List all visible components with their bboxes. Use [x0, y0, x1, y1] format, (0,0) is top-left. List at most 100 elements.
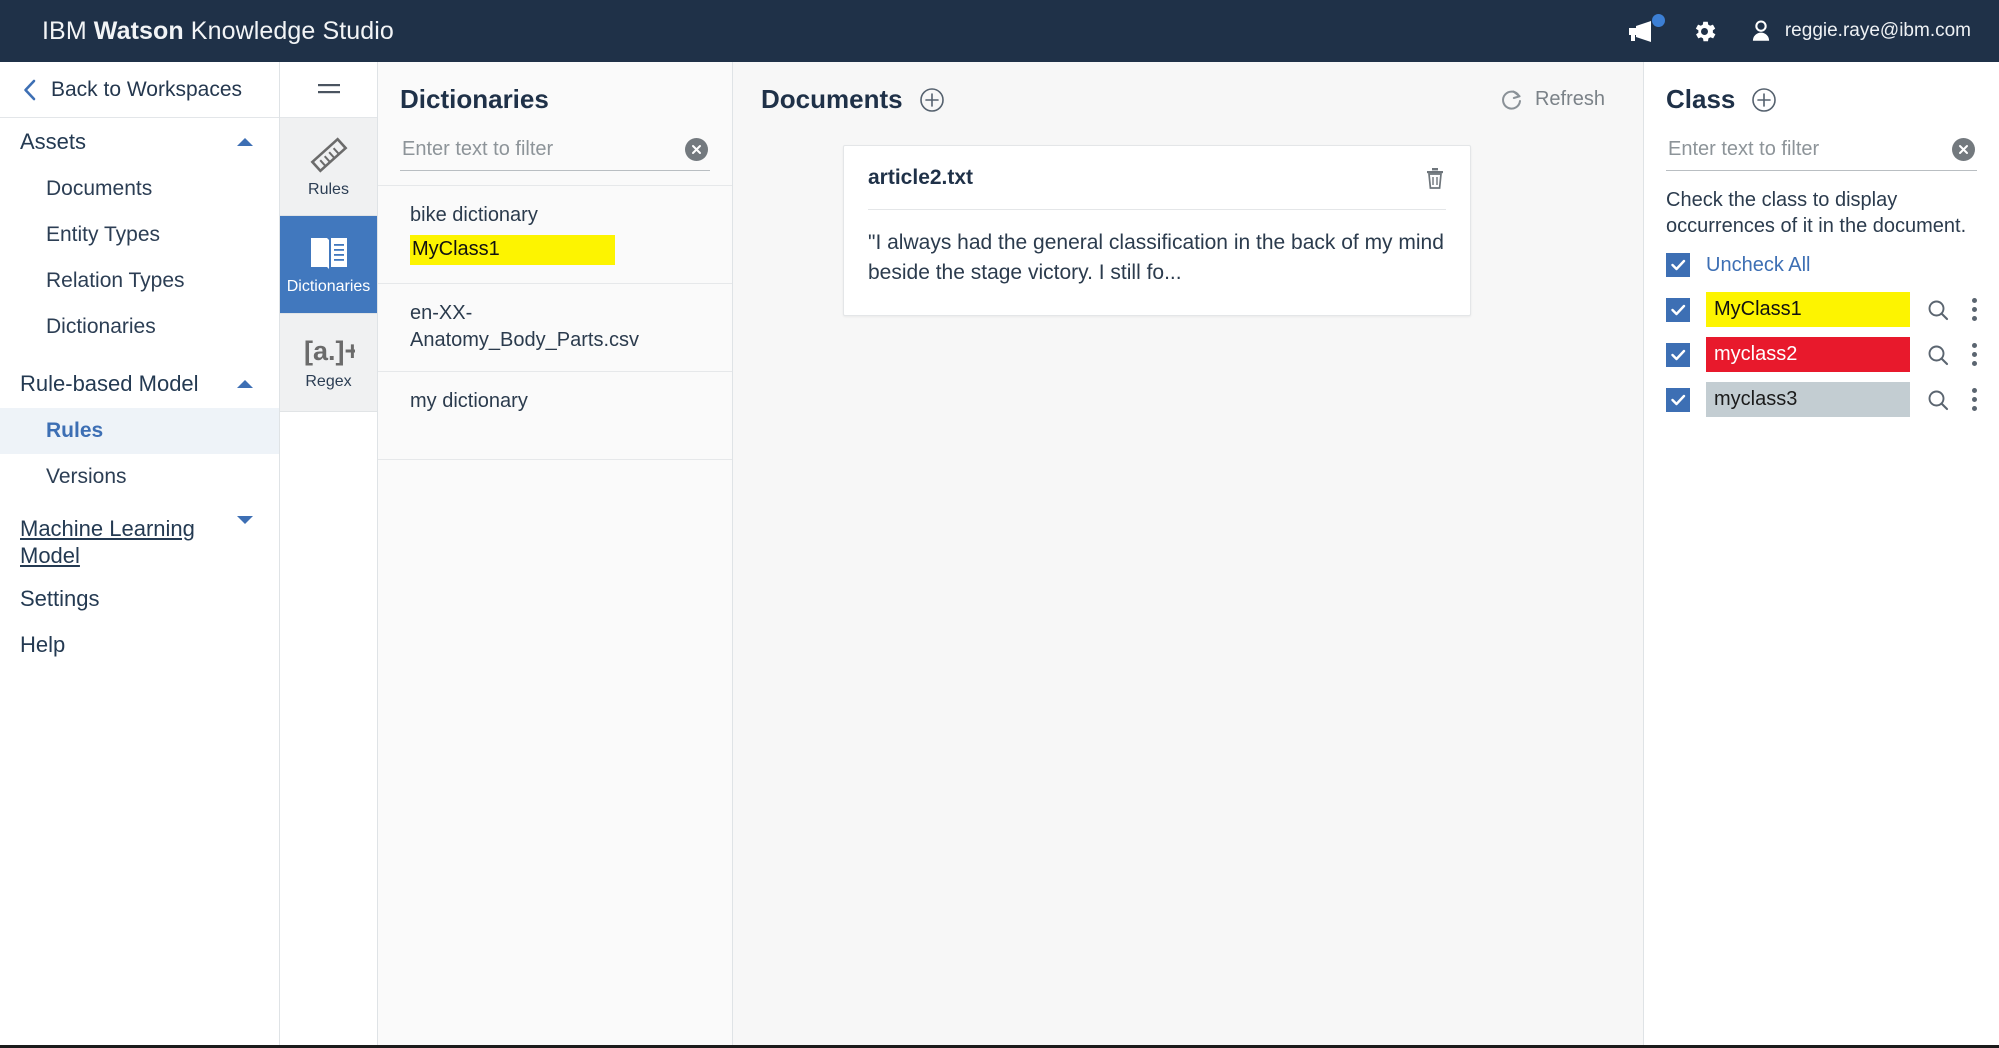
- dictionary-name: en-XX-Anatomy_Body_Parts.csv: [410, 302, 639, 351]
- dictionary-name: bike dictionary: [410, 204, 538, 226]
- class-checkbox[interactable]: [1666, 297, 1690, 322]
- list-item[interactable]: bike dictionary MyClass1: [378, 186, 732, 285]
- class-chip[interactable]: MyClass1: [1706, 292, 1910, 327]
- checkmark-icon: [1670, 394, 1685, 405]
- top-bar-actions: reggie.raye@ibm.com: [1627, 14, 1971, 45]
- delete-document-button[interactable]: [1424, 166, 1446, 195]
- class-menu-button[interactable]: [1966, 298, 1983, 321]
- refresh-icon: [1502, 90, 1521, 110]
- plus-circle-icon: [1752, 87, 1777, 112]
- class-checkbox[interactable]: [1666, 342, 1690, 367]
- refresh-label: Refresh: [1534, 88, 1605, 110]
- documents-list-area: article2.txt "I always had the general c…: [733, 129, 1643, 1045]
- rail-button-rules[interactable]: Rules: [280, 118, 377, 216]
- kebab-dot: [1972, 361, 1977, 366]
- sidebar-item-rules[interactable]: Rules: [0, 408, 279, 454]
- rail-button-dictionaries[interactable]: Dictionaries: [280, 216, 377, 314]
- checkmark-icon: [1670, 304, 1685, 315]
- magnifier-icon: [1928, 345, 1949, 365]
- sidebar-group-machine-learning-model[interactable]: Machine Learning Model: [0, 510, 279, 576]
- class-search-button[interactable]: [1926, 343, 1950, 367]
- class-instruction-text: Check the class to display occurrences o…: [1666, 189, 1967, 237]
- kebab-dot: [1972, 388, 1977, 393]
- app-brand-title: IBM Watson Knowledge Studio: [42, 17, 394, 46]
- brand-bold: Watson: [93, 16, 184, 45]
- uncheck-all-row[interactable]: Uncheck All: [1644, 249, 1999, 287]
- refresh-button[interactable]: Refresh: [1500, 88, 1605, 112]
- document-preview-text: "I always had the general classification…: [868, 231, 1444, 285]
- user-account-button[interactable]: reggie.raye@ibm.com: [1748, 18, 1971, 44]
- class-list-item: myclass3: [1644, 377, 1999, 422]
- checkmark-icon: [1670, 259, 1685, 271]
- class-search-button[interactable]: [1926, 298, 1950, 322]
- class-search-button[interactable]: [1926, 388, 1950, 412]
- class-chip[interactable]: myclass2: [1706, 337, 1910, 372]
- class-menu-button[interactable]: [1966, 388, 1983, 411]
- sidebar-item-versions-label: Versions: [46, 465, 127, 488]
- sidebar-group-rule-based-model[interactable]: Rule-based Model: [0, 360, 279, 408]
- class-list-item: myclass2: [1644, 332, 1999, 377]
- rail-toggle-button[interactable]: [280, 62, 377, 118]
- class-menu-button[interactable]: [1966, 343, 1983, 366]
- announcement-button[interactable]: [1627, 14, 1665, 43]
- regex-bracket-icon: [a.]+: [304, 336, 355, 366]
- sidebar-item-help-label: Help: [20, 631, 66, 657]
- back-to-workspaces-button[interactable]: Back to Workspaces: [0, 62, 279, 118]
- settings-button[interactable]: [1691, 18, 1718, 45]
- tool-rail: Rules Dictionaries [a.]+ Regex: [280, 62, 378, 1045]
- sidebar-item-dictionaries[interactable]: Dictionaries: [0, 304, 279, 350]
- add-class-button[interactable]: [1751, 87, 1777, 113]
- document-card-header: article2.txt: [868, 166, 1446, 210]
- dictionary-class-badge: MyClass1: [410, 235, 615, 266]
- sidebar-item-entity-types[interactable]: Entity Types: [0, 212, 279, 258]
- kebab-dot: [1972, 352, 1977, 357]
- class-filter-input[interactable]: [1666, 138, 1977, 161]
- documents-panel: Documents Refresh article2.txt "I always…: [733, 62, 1644, 1045]
- sidebar-item-entity-types-label: Entity Types: [46, 223, 161, 246]
- sidebar-item-versions[interactable]: Versions: [0, 454, 279, 500]
- dictionaries-panel: Dictionaries bike dictionary MyClass1: [378, 62, 733, 1045]
- sidebar-item-settings[interactable]: Settings: [0, 576, 279, 622]
- class-filter-wrap: [1644, 129, 1999, 171]
- clear-circle-icon: [692, 145, 701, 154]
- ruler-icon: [310, 137, 347, 173]
- class-chip[interactable]: myclass3: [1706, 382, 1910, 417]
- class-checkbox[interactable]: [1666, 387, 1690, 412]
- magnifier-icon: [1928, 300, 1949, 320]
- svg-text:[a.]+: [a.]+: [304, 336, 355, 366]
- class-filter-box: [1666, 129, 1977, 171]
- kebab-dot: [1972, 316, 1977, 321]
- sidebar-group-assets-label: Assets: [20, 129, 87, 154]
- class-filter-clear-button[interactable]: [1952, 138, 1975, 161]
- rail-button-regex-label: Regex: [305, 373, 352, 390]
- dictionaries-title: Dictionaries: [400, 84, 549, 114]
- uncheck-all-label: Uncheck All: [1706, 253, 1811, 276]
- uncheck-all-checkbox[interactable]: [1666, 253, 1690, 277]
- plus-circle-icon: [919, 87, 944, 112]
- add-document-button[interactable]: [919, 87, 945, 113]
- document-card[interactable]: article2.txt "I always had the general c…: [843, 145, 1471, 316]
- rail-button-rules-label: Rules: [308, 181, 349, 198]
- list-item[interactable]: my dictionary: [378, 372, 732, 460]
- gear-icon: [1695, 21, 1716, 41]
- sidebar-item-documents[interactable]: Documents: [0, 166, 279, 212]
- chevron-up-icon: [237, 138, 253, 146]
- sidebar-item-documents-label: Documents: [46, 177, 153, 200]
- dictionaries-filter-input[interactable]: [400, 138, 710, 161]
- left-sidebar: Back to Workspaces Assets Documents Enti…: [0, 62, 280, 1045]
- top-bar: IBM Watson Knowledge Studio reggie.raye@…: [0, 0, 1999, 62]
- dictionary-list: bike dictionary MyClass1 en-XX-Anatomy_B…: [378, 185, 732, 460]
- class-title: Class: [1666, 84, 1736, 114]
- sidebar-item-relation-types[interactable]: Relation Types: [0, 258, 279, 304]
- sidebar-item-relation-types-label: Relation Types: [46, 269, 185, 292]
- rail-button-regex[interactable]: [a.]+ Regex: [280, 314, 377, 412]
- sidebar-group-assets[interactable]: Assets: [0, 118, 279, 166]
- checkmark-icon: [1670, 349, 1685, 360]
- document-file-name: article2.txt: [868, 166, 974, 189]
- main-body: Back to Workspaces Assets Documents Enti…: [0, 62, 1999, 1048]
- sidebar-item-settings-label: Settings: [20, 585, 100, 611]
- sidebar-item-help[interactable]: Help: [0, 622, 279, 668]
- dictionaries-filter-clear-button[interactable]: [685, 138, 708, 161]
- documents-panel-header: Documents Refresh: [733, 62, 1643, 129]
- list-item[interactable]: en-XX-Anatomy_Body_Parts.csv: [378, 284, 732, 373]
